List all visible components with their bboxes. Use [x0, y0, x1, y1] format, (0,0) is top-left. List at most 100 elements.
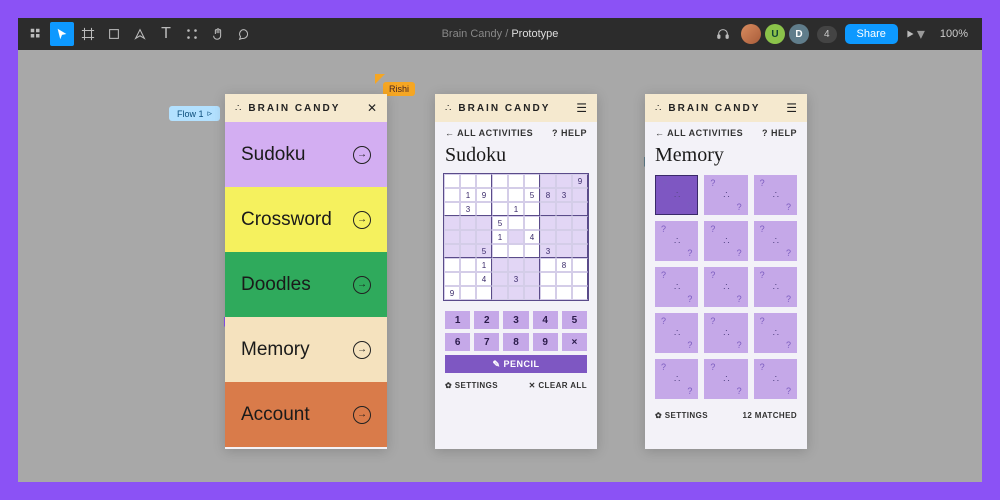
- avatar-photo[interactable]: [741, 24, 761, 44]
- numpad-key[interactable]: ×: [562, 333, 587, 351]
- memory-card[interactable]: ∴: [754, 221, 797, 261]
- text-tool-button[interactable]: T: [154, 22, 178, 46]
- sudoku-cell[interactable]: [492, 188, 508, 202]
- hamburger-icon[interactable]: ☰: [576, 101, 587, 115]
- sudoku-cell[interactable]: [508, 286, 524, 300]
- sudoku-cell[interactable]: [508, 258, 524, 272]
- sudoku-cell[interactable]: [540, 216, 556, 230]
- sudoku-cell[interactable]: [556, 202, 572, 216]
- sudoku-cell[interactable]: [492, 258, 508, 272]
- sudoku-cell[interactable]: [508, 244, 524, 258]
- frame-tool-button[interactable]: [76, 22, 100, 46]
- sudoku-cell[interactable]: 1: [460, 188, 476, 202]
- sudoku-cell[interactable]: [444, 188, 460, 202]
- memory-card[interactable]: ∴: [704, 267, 747, 307]
- sudoku-cell[interactable]: 5: [524, 188, 540, 202]
- memory-card[interactable]: ∴: [655, 313, 698, 353]
- help-link[interactable]: ? HELP: [552, 128, 587, 138]
- sudoku-cell[interactable]: [508, 230, 524, 244]
- sudoku-cell[interactable]: [444, 216, 460, 230]
- design-canvas[interactable]: Flow 1 Rishi Naoko Urte David ∴ BRAIN CA…: [18, 50, 982, 482]
- memory-card[interactable]: ∴: [655, 175, 698, 215]
- sudoku-cell[interactable]: [460, 244, 476, 258]
- memory-card[interactable]: ∴: [754, 175, 797, 215]
- sudoku-cell[interactable]: 9: [572, 174, 588, 188]
- sudoku-cell[interactable]: [540, 286, 556, 300]
- sudoku-cell[interactable]: [556, 272, 572, 286]
- sudoku-cell[interactable]: [444, 202, 460, 216]
- menu-sudoku[interactable]: Sudoku→: [225, 122, 387, 187]
- numpad-key[interactable]: 7: [474, 333, 499, 351]
- sudoku-cell[interactable]: 1: [508, 202, 524, 216]
- sudoku-cell[interactable]: [556, 174, 572, 188]
- sudoku-cell[interactable]: [444, 272, 460, 286]
- sudoku-cell[interactable]: [492, 202, 508, 216]
- sudoku-cell[interactable]: [508, 174, 524, 188]
- sudoku-cell[interactable]: [508, 188, 524, 202]
- sudoku-cell[interactable]: 8: [540, 188, 556, 202]
- sudoku-cell[interactable]: [540, 202, 556, 216]
- sudoku-grid[interactable]: 919583315145318439: [443, 173, 589, 301]
- numpad-key[interactable]: 6: [445, 333, 470, 351]
- sudoku-cell[interactable]: 1: [492, 230, 508, 244]
- sudoku-cell[interactable]: 8: [556, 258, 572, 272]
- pen-tool-button[interactable]: [128, 22, 152, 46]
- sudoku-cell[interactable]: [540, 272, 556, 286]
- memory-card[interactable]: ∴: [655, 359, 698, 399]
- sudoku-cell[interactable]: 1: [476, 258, 492, 272]
- sudoku-cell[interactable]: [556, 230, 572, 244]
- sudoku-cell[interactable]: 3: [556, 188, 572, 202]
- sudoku-cell[interactable]: 9: [476, 188, 492, 202]
- sudoku-cell[interactable]: [460, 230, 476, 244]
- numpad-key[interactable]: 2: [474, 311, 499, 329]
- sudoku-cell[interactable]: [524, 202, 540, 216]
- memory-card[interactable]: ∴: [754, 267, 797, 307]
- present-button[interactable]: ▾: [902, 22, 926, 46]
- sudoku-cell[interactable]: [460, 286, 476, 300]
- sudoku-cell[interactable]: [476, 286, 492, 300]
- sudoku-cell[interactable]: [460, 174, 476, 188]
- main-menu-button[interactable]: [24, 22, 48, 46]
- menu-doodles[interactable]: Doodles→: [225, 252, 387, 317]
- sudoku-cell[interactable]: [540, 230, 556, 244]
- frame-memory[interactable]: ∴ BRAIN CANDY ☰ ← ALL ACTIVITIES ? HELP …: [645, 94, 807, 449]
- frame-sudoku[interactable]: ∴ BRAIN CANDY ☰ ← ALL ACTIVITIES ? HELP …: [435, 94, 597, 449]
- memory-card[interactable]: ∴: [704, 313, 747, 353]
- extra-users-count[interactable]: 4: [817, 26, 837, 43]
- memory-card[interactable]: ∴: [655, 267, 698, 307]
- sudoku-cell[interactable]: [524, 286, 540, 300]
- sudoku-cell[interactable]: [460, 272, 476, 286]
- comment-tool-button[interactable]: [232, 22, 256, 46]
- sudoku-cell[interactable]: [572, 202, 588, 216]
- sudoku-cell[interactable]: [492, 286, 508, 300]
- sudoku-cell[interactable]: 4: [476, 272, 492, 286]
- numpad-key[interactable]: 9: [533, 333, 558, 351]
- sudoku-cell[interactable]: [476, 174, 492, 188]
- avatar-u[interactable]: U: [765, 24, 785, 44]
- memory-card[interactable]: ∴: [754, 359, 797, 399]
- sudoku-cell[interactable]: [476, 230, 492, 244]
- sudoku-cell[interactable]: [572, 258, 588, 272]
- sudoku-cell[interactable]: [444, 174, 460, 188]
- sudoku-cell[interactable]: 4: [524, 230, 540, 244]
- sudoku-cell[interactable]: [476, 202, 492, 216]
- numpad-key[interactable]: 3: [503, 311, 528, 329]
- sudoku-cell[interactable]: [476, 216, 492, 230]
- numpad-key[interactable]: 8: [503, 333, 528, 351]
- numpad-key[interactable]: 5: [562, 311, 587, 329]
- zoom-level[interactable]: 100%: [940, 28, 968, 40]
- sudoku-cell[interactable]: [492, 174, 508, 188]
- sudoku-cell[interactable]: 5: [476, 244, 492, 258]
- headphones-icon[interactable]: [711, 22, 735, 46]
- help-link[interactable]: ? HELP: [762, 128, 797, 138]
- sudoku-cell[interactable]: [572, 272, 588, 286]
- sudoku-cell[interactable]: [524, 174, 540, 188]
- frame-home[interactable]: ∴ BRAIN CANDY ✕ Sudoku→ Crossword→ Doodl…: [225, 94, 387, 449]
- sudoku-cell[interactable]: [572, 188, 588, 202]
- sudoku-cell[interactable]: [460, 216, 476, 230]
- share-button[interactable]: Share: [845, 24, 898, 44]
- memory-card[interactable]: ∴: [704, 359, 747, 399]
- move-tool-button[interactable]: [50, 22, 74, 46]
- sudoku-cell[interactable]: [540, 258, 556, 272]
- sudoku-cell[interactable]: [508, 216, 524, 230]
